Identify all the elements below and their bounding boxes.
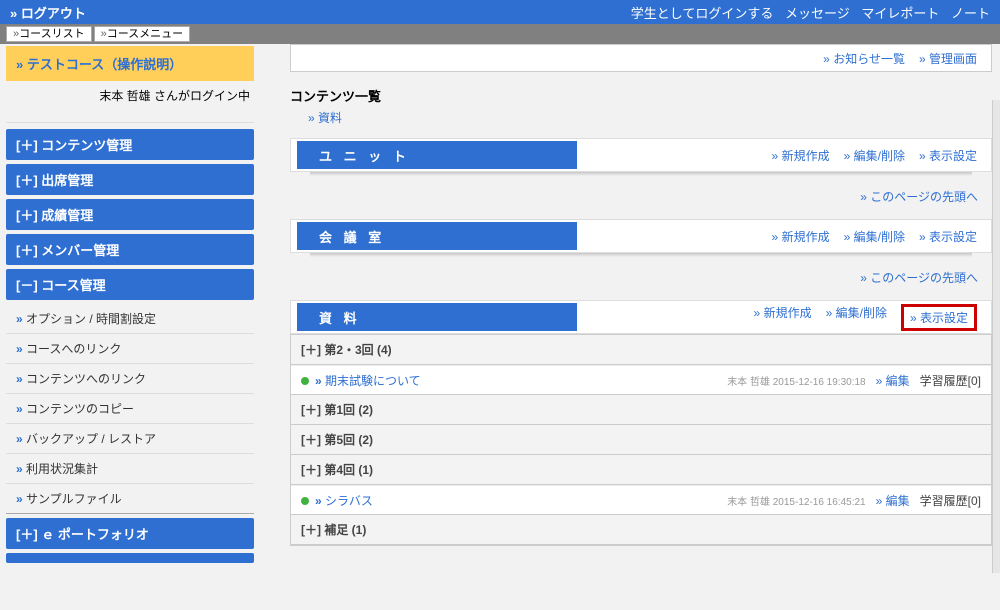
chevron-icon: » [860,271,867,285]
chevron-icon: » [772,230,779,244]
section-unit: ユ ニ ッ ト » 新規作成 » 編集/削除 » 表示設定 [290,138,992,176]
row-meta: 末本 哲雄 2015-12-16 16:45:21 [727,493,865,508]
sub-sample[interactable]: » サンプルファイル [6,484,254,513]
myreport-link[interactable]: マイレポート [861,6,939,21]
contents-material-link[interactable]: » 資料 [308,107,342,138]
breadcrumb-coursemenu[interactable]: »コースメニュー [94,26,191,42]
sub-backup[interactable]: » バックアップ / レストア [6,424,254,454]
material-display-link[interactable]: » 表示設定 [901,304,977,331]
sub-contents-copy[interactable]: » コンテンツのコピー [6,394,254,424]
status-dot-icon [301,377,309,385]
sidebar-item-cut[interactable] [6,553,254,563]
chevron-icon: » [754,306,761,320]
material-fold-3[interactable]: [＋] 第5回 (2) [290,424,992,455]
unit-display-link[interactable]: » 表示設定 [919,147,977,164]
sidebar-item-attendance-mgmt[interactable]: [＋] 出席管理 [6,164,254,195]
chevron-icon: » [844,149,851,163]
material-fold-4[interactable]: [＋] 第4回 (1) [290,454,992,485]
breadcrumb-courselist[interactable]: »コースリスト [6,26,92,42]
chevron-icon: » [16,462,23,476]
chevron-icon: » [772,149,779,163]
sidebar: » テストコース（操作説明） 末本 哲雄 さんがログイン中 [＋] コンテンツ管… [0,44,260,573]
chevron-icon: » [16,342,23,356]
chevron-icon: » [910,311,917,325]
sidebar-item-course-mgmt[interactable]: [－] コース管理 [6,269,254,300]
chevron-icon: » [919,230,926,244]
chevron-icon: » [315,494,322,508]
admin-link[interactable]: » 管理画面 [919,50,977,67]
chevron-icon: » [16,57,23,72]
chevron-icon: » [315,374,322,388]
exam-link[interactable]: » 期末試験について [315,372,421,389]
material-new-link[interactable]: » 新規作成 [754,304,812,331]
logout-link[interactable]: » ログアウト [10,3,86,22]
chevron-icon: » [823,52,830,66]
meeting-display-link[interactable]: » 表示設定 [919,228,977,245]
unit-new-link[interactable]: » 新規作成 [772,147,830,164]
row-edit-link[interactable]: » 編集 [876,492,910,509]
material-tab: 資 料 [297,303,577,331]
chevron-icon: » [876,494,883,508]
contents-title: コンテンツ一覧 [290,84,992,107]
sub-course-link[interactable]: » コースへのリンク [6,334,254,364]
syllabus-link[interactable]: » シラバス [315,492,373,509]
sidebar-item-contents-mgmt[interactable]: [＋] コンテンツ管理 [6,129,254,160]
chevron-icon: » [919,149,926,163]
main-area: » お知らせ一覧 » 管理画面 コンテンツ一覧 » 資料 ユ ニ ッ ト » 新… [260,44,1000,573]
row-edit-link[interactable]: » 編集 [876,372,910,389]
material-fold-5[interactable]: [＋] 補足 (1) [290,514,992,545]
material-row-syllabus: » シラバス 末本 哲雄 2015-12-16 16:45:21 » 編集 学習… [291,485,991,515]
to-top-link-1[interactable]: » このページの先頭へ [290,184,992,219]
sub-usage[interactable]: » 利用状況集計 [6,454,254,484]
login-status: 末本 哲雄 さんがログイン中 [6,81,254,123]
meeting-edit-link[interactable]: » 編集/削除 [844,228,905,245]
news-link[interactable]: » お知らせ一覧 [823,50,905,67]
messages-link[interactable]: メッセージ [785,6,850,21]
chevron-icon: » [876,374,883,388]
chevron-icon: » [10,6,17,21]
info-box: » お知らせ一覧 » 管理画面 [290,44,992,72]
material-fold-2[interactable]: [＋] 第1回 (2) [290,394,992,425]
row-history[interactable]: 学習履歴[0] [920,372,981,389]
section-meeting: 会 議 室 » 新規作成 » 編集/削除 » 表示設定 [290,219,992,257]
top-links: 学生としてログインする メッセージ マイレポート ノート [623,3,990,22]
sub-option[interactable]: » オプション / 時間割設定 [6,304,254,334]
chevron-icon: » [16,372,23,386]
sidebar-item-eportfolio[interactable]: [＋] ｅ ポートフォリオ [6,518,254,549]
row-meta: 末本 哲雄 2015-12-16 19:30:18 [727,373,865,388]
chevron-icon: » [16,492,23,506]
chevron-icon: » [16,312,23,326]
chevron-icon: » [860,190,867,204]
to-top-link-2[interactable]: » このページの先頭へ [290,265,992,300]
unit-edit-link[interactable]: » 編集/削除 [844,147,905,164]
material-row-exam: » 期末試験について 末本 哲雄 2015-12-16 19:30:18 » 編… [291,365,991,395]
status-dot-icon [301,497,309,505]
material-edit-link[interactable]: » 編集/削除 [826,304,887,331]
sidebar-item-member-mgmt[interactable]: [＋] メンバー管理 [6,234,254,265]
chevron-icon: » [16,402,23,416]
login-as-student-link[interactable]: 学生としてログインする [631,6,774,21]
scrollbar[interactable] [992,100,1000,573]
sub-contents-link[interactable]: » コンテンツへのリンク [6,364,254,394]
chevron-icon: » [919,52,926,66]
course-title[interactable]: » テストコース（操作説明） [6,46,254,81]
note-link[interactable]: ノート [951,6,990,21]
chevron-icon: » [16,432,23,446]
chevron-icon: » [826,306,833,320]
top-bar: » ログアウト 学生としてログインする メッセージ マイレポート ノート [0,0,1000,24]
meeting-new-link[interactable]: » 新規作成 [772,228,830,245]
sidebar-item-grade-mgmt[interactable]: [＋] 成績管理 [6,199,254,230]
breadcrumb: »コースリスト »コースメニュー [0,24,1000,44]
material-panel: [＋] 第2・3回 (4) » 期末試験について 末本 哲雄 2015-12-1… [290,334,992,546]
course-mgmt-sublist: » オプション / 時間割設定 » コースへのリンク » コンテンツへのリンク … [6,304,254,514]
row-history[interactable]: 学習履歴[0] [920,492,981,509]
chevron-icon: » [308,111,315,125]
chevron-icon: » [844,230,851,244]
unit-tab: ユ ニ ッ ト [297,141,577,169]
meeting-tab: 会 議 室 [297,222,577,250]
section-material: 資 料 » 新規作成 » 編集/削除 » 表示設定 [＋] 第2・3回 (4) … [290,300,992,546]
material-fold-1[interactable]: [＋] 第2・3回 (4) [290,334,992,365]
